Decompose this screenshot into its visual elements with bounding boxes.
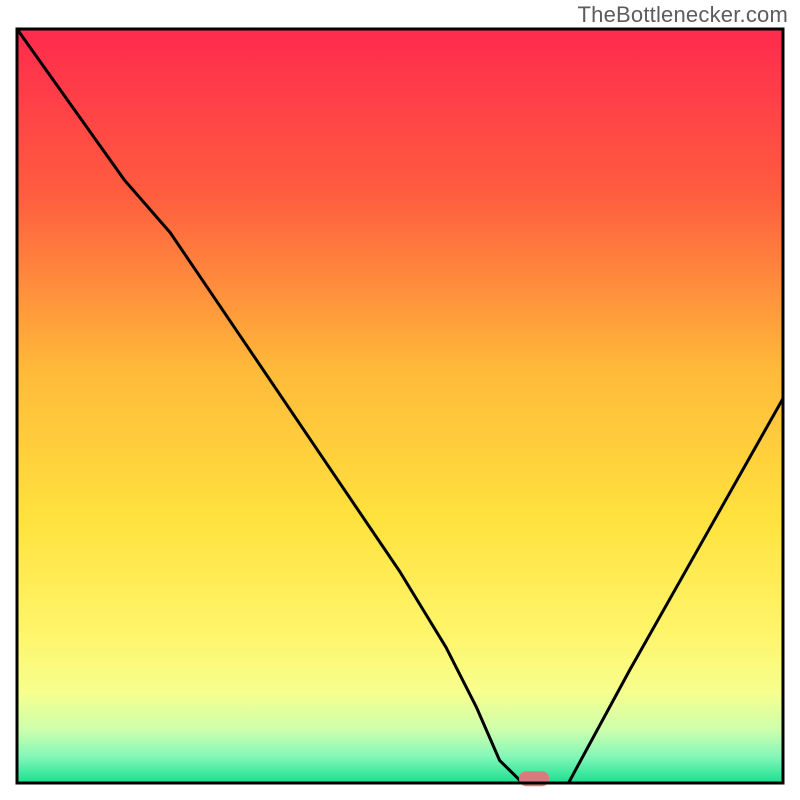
plot-background (17, 29, 783, 783)
bottleneck-chart (0, 0, 800, 800)
chart-container: TheBottlenecker.com (0, 0, 800, 800)
